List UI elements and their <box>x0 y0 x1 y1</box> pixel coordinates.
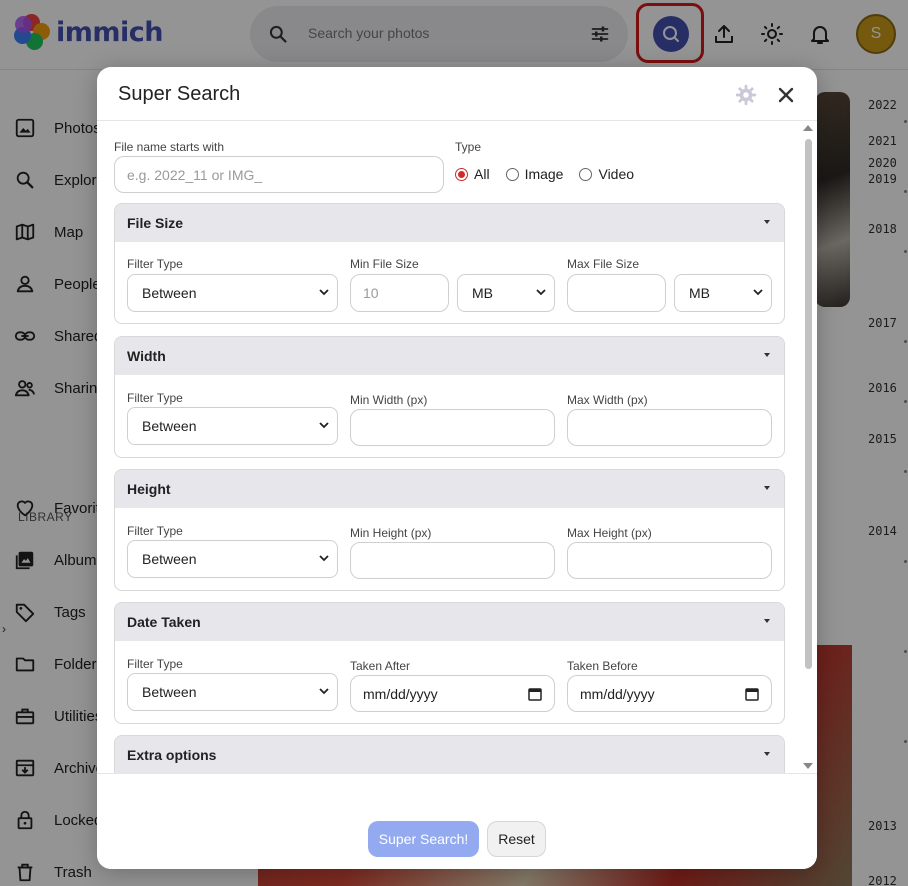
taken-after-input[interactable]: mm/dd/yyyy <box>350 675 555 712</box>
section-title: Date Taken <box>127 614 201 630</box>
min-height-input[interactable] <box>350 542 555 579</box>
super-search-button[interactable]: Super Search! <box>368 821 479 857</box>
date-taken-header[interactable]: Date Taken <box>115 603 784 641</box>
min-file-size-placeholder: 10 <box>363 285 379 301</box>
chevron-down-icon <box>536 289 546 296</box>
scroll-down-icon[interactable] <box>803 763 813 769</box>
file-name-placeholder: e.g. 2022_11 or IMG_ <box>127 166 263 183</box>
reset-button[interactable]: Reset <box>487 821 546 857</box>
select-value: Between <box>142 551 197 567</box>
caret-down-icon <box>764 619 770 623</box>
select-value: Between <box>142 285 197 301</box>
gear-icon[interactable] <box>735 84 757 106</box>
file-name-label: File name starts with <box>114 140 225 154</box>
date-placeholder: mm/dd/yyyy <box>363 685 438 702</box>
chevron-down-icon <box>753 289 763 296</box>
file-size-section: File Size Filter Type Between Min File S… <box>114 203 785 324</box>
min-file-size-input[interactable]: 10 <box>350 274 449 312</box>
button-label: Super Search! <box>378 831 469 847</box>
scrollbar-thumb[interactable] <box>805 139 812 669</box>
caret-down-icon <box>764 752 770 756</box>
dialog-title: Super Search <box>118 83 241 105</box>
select-value: Between <box>142 684 197 700</box>
dialog-scroll-area[interactable]: File name starts with e.g. 2022_11 or IM… <box>97 121 817 773</box>
radio-label: Image <box>524 166 564 182</box>
button-label: Reset <box>498 831 535 847</box>
date-filter-select[interactable]: Between <box>127 673 338 711</box>
filter-type-label: Filter Type <box>127 257 183 271</box>
min-height-label: Min Height (px) <box>350 526 432 540</box>
section-title: Width <box>127 348 166 364</box>
filter-type-label: Filter Type <box>127 391 183 405</box>
file-size-header[interactable]: File Size <box>115 204 784 242</box>
caret-down-icon <box>764 220 770 224</box>
taken-before-input[interactable]: mm/dd/yyyy <box>567 675 772 712</box>
extra-options-section: Extra options <box>114 735 785 773</box>
max-file-size-label: Max File Size <box>567 257 640 271</box>
calendar-icon[interactable] <box>745 687 759 701</box>
select-value: MB <box>689 285 710 301</box>
file-name-input[interactable]: e.g. 2022_11 or IMG_ <box>114 156 444 193</box>
type-radio-video[interactable] <box>579 167 593 181</box>
type-radio-group: All Image Video <box>455 166 650 182</box>
calendar-icon[interactable] <box>528 687 542 701</box>
scroll-up-icon[interactable] <box>803 125 813 131</box>
height-section: Height Filter Type Between Min Height (p… <box>114 469 785 591</box>
chevron-down-icon <box>319 422 329 429</box>
type-radio-all[interactable] <box>455 167 468 181</box>
super-search-dialog: Super Search File name starts with e.g. … <box>97 67 817 869</box>
type-radio-image[interactable] <box>505 167 519 181</box>
max-width-input[interactable] <box>567 409 772 446</box>
select-value: MB <box>472 285 493 301</box>
min-width-label: Min Width (px) <box>350 393 428 407</box>
caret-down-icon <box>764 486 770 490</box>
width-header[interactable]: Width <box>115 337 784 375</box>
min-width-input[interactable] <box>350 409 555 446</box>
date-taken-section: Date Taken Filter Type Between Taken Aft… <box>114 602 785 724</box>
chevron-down-icon <box>319 688 329 695</box>
filter-type-label: Filter Type <box>127 657 183 671</box>
dialog-header: Super Search <box>97 67 817 121</box>
max-width-label: Max Width (px) <box>567 393 648 407</box>
height-header[interactable]: Height <box>115 470 784 508</box>
width-section: Width Filter Type Between Min Width (px)… <box>114 336 785 458</box>
max-height-input[interactable] <box>567 542 772 579</box>
section-title: File Size <box>127 215 184 231</box>
radio-label: All <box>474 166 490 182</box>
section-title: Height <box>127 481 171 497</box>
extra-options-header[interactable]: Extra options <box>115 736 784 773</box>
date-placeholder: mm/dd/yyyy <box>580 685 655 702</box>
min-file-size-unit-select[interactable]: MB <box>457 274 555 312</box>
radio-label: Video <box>598 166 635 182</box>
chevron-down-icon <box>319 289 329 296</box>
section-title: Extra options <box>127 747 217 763</box>
filter-type-label: Filter Type <box>127 524 183 538</box>
max-file-size-input[interactable] <box>567 274 666 312</box>
type-label: Type <box>455 140 482 154</box>
file-size-filter-select[interactable]: Between <box>127 274 338 312</box>
chevron-down-icon <box>319 555 329 562</box>
taken-after-label: Taken After <box>350 659 411 673</box>
height-filter-select[interactable]: Between <box>127 540 338 578</box>
select-value: Between <box>142 418 197 434</box>
width-filter-select[interactable]: Between <box>127 407 338 445</box>
taken-before-label: Taken Before <box>567 659 638 673</box>
close-icon[interactable] <box>777 86 795 104</box>
dialog-footer: Super Search! Reset <box>97 773 817 869</box>
caret-down-icon <box>764 353 770 357</box>
max-file-size-unit-select[interactable]: MB <box>674 274 772 312</box>
max-height-label: Max Height (px) <box>567 526 652 540</box>
min-file-size-label: Min File Size <box>350 257 419 271</box>
